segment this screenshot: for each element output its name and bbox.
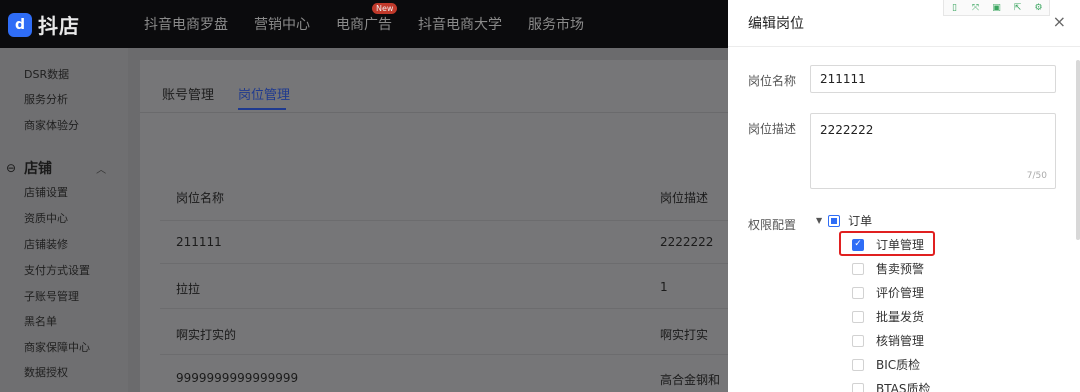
nav-item-ads[interactable]: 电商广告 New <box>336 3 398 34</box>
checkbox[interactable] <box>852 286 864 299</box>
main-panel: 账号管理 岗位管理 岗位名称 岗位描述 211111 2222222 拉拉 1 … <box>140 60 740 392</box>
sidebar-section-label: 店铺 <box>24 161 53 177</box>
sidebar-item-blacklist[interactable]: 黑名单 <box>24 313 57 329</box>
logo[interactable]: d 抖店 <box>8 10 80 39</box>
logo-icon: d <box>8 12 32 37</box>
edit-position-drawer: 编辑岗位 ▯ ⤧ ▣ ⇱ ⚙ × 岗位名称 211111 岗位描述 222222… <box>728 0 1080 392</box>
table-cell-desc: 1 <box>660 280 668 294</box>
table-cell-name: 9999999999999999 <box>176 371 299 385</box>
tree-node-label: 评价管理 <box>876 286 925 300</box>
table-cell-name: 211111 <box>176 235 222 249</box>
chevron-up-icon: ︿ <box>96 164 107 176</box>
tree-node-label: 售卖预警 <box>876 262 925 276</box>
sidebar-item-data-auth[interactable]: 数据授权 <box>24 364 68 380</box>
table-cell-desc: 2222222 <box>660 235 714 249</box>
table-cell-desc: 啊实打实 <box>660 328 709 342</box>
checkbox[interactable] <box>852 358 864 371</box>
char-counter: 7/50 <box>1026 171 1047 181</box>
save-icon[interactable]: ▣ <box>986 0 1007 15</box>
row-divider <box>160 263 740 264</box>
tree-node-label: 核销管理 <box>876 334 925 348</box>
sidebar-item-experience-score[interactable]: 商家体验分 <box>24 117 79 133</box>
table-cell-desc: 高合金钢和 <box>660 373 721 387</box>
nav-item-marketing[interactable]: 营销中心 <box>254 14 310 34</box>
table-header-desc: 岗位描述 <box>660 191 709 205</box>
floating-toolbar: ▯ ⤧ ▣ ⇱ ⚙ <box>943 0 1050 16</box>
top-nav: 抖音电商罗盘 营销中心 电商广告 New 抖音电商大学 服务市场 <box>144 0 610 48</box>
tab-divider <box>140 112 740 113</box>
table-header-name: 岗位名称 <box>176 191 225 205</box>
tree-node-review-management[interactable]: 评价管理 <box>852 284 924 301</box>
sidebar-item-dsr[interactable]: DSR数据 <box>24 66 69 82</box>
close-icon[interactable]: × <box>1053 12 1066 31</box>
sidebar-item-qualification[interactable]: 资质中心 <box>24 210 68 226</box>
tree-node-label: 订单 <box>848 214 873 228</box>
position-desc-textarea[interactable]: 2222222 7/50 <box>810 113 1056 189</box>
sidebar-item-decoration[interactable]: 店铺装修 <box>24 236 68 252</box>
scrollbar[interactable] <box>1076 60 1080 240</box>
row-divider <box>160 354 740 355</box>
shop-icon: ⊖ <box>6 161 17 175</box>
tab-account-management[interactable]: 账号管理 <box>162 84 214 103</box>
checkbox[interactable] <box>852 262 864 275</box>
highlight-box <box>839 231 935 256</box>
position-name-input[interactable]: 211111 <box>810 65 1056 93</box>
drawer-divider <box>728 46 1080 47</box>
row-divider <box>160 220 740 221</box>
sidebar-item-service-analysis[interactable]: 服务分析 <box>24 91 68 107</box>
nav-item-university[interactable]: 抖音电商大学 <box>418 14 502 34</box>
share-icon[interactable]: ⇱ <box>1007 0 1028 15</box>
row-divider <box>160 308 740 309</box>
position-desc-value: 2222222 <box>820 123 874 137</box>
nav-item-compass[interactable]: 抖音电商罗盘 <box>144 14 228 34</box>
drawer-title: 编辑岗位 <box>748 16 804 32</box>
sidebar: DSR数据 服务分析 商家体验分 ⊖ 店铺 ︿ 店铺设置 资质中心 店铺装修 支… <box>0 48 128 392</box>
checkbox-orders[interactable] <box>828 214 841 227</box>
checkbox[interactable] <box>852 334 864 347</box>
sidebar-section-shop[interactable]: ⊖ 店铺 ︿ <box>6 158 106 178</box>
sidebar-item-guarantee[interactable]: 商家保障中心 <box>24 339 90 355</box>
sidebar-item-payment[interactable]: 支付方式设置 <box>24 262 90 278</box>
nav-item-ads-label: 电商广告 <box>336 17 392 33</box>
tree-node-writeoff[interactable]: 核销管理 <box>852 332 924 349</box>
tree-node-btas-qc[interactable]: BTAS质检 <box>852 380 930 392</box>
sidebar-item-subaccount[interactable]: 子账号管理 <box>24 288 79 304</box>
table-cell-name: 拉拉 <box>176 282 201 296</box>
tree-node-label: 批量发货 <box>876 310 925 324</box>
caret-down-icon[interactable]: ▼ <box>816 216 822 225</box>
position-desc-label: 岗位描述 <box>748 122 797 136</box>
tree-node-bic-qc[interactable]: BIC质检 <box>852 356 920 373</box>
logo-text: 抖店 <box>38 14 80 38</box>
tab-position-management[interactable]: 岗位管理 <box>238 84 290 103</box>
sidebar-item-shop-settings[interactable]: 店铺设置 <box>24 184 68 200</box>
expand-icon[interactable]: ⤧ <box>965 0 986 15</box>
permission-config-label: 权限配置 <box>748 218 797 232</box>
new-badge: New <box>372 3 398 14</box>
checkbox[interactable] <box>852 382 864 392</box>
tree-node-sale-warning[interactable]: 售卖预警 <box>852 260 924 277</box>
active-tab-indicator <box>238 108 286 110</box>
tree-node-label: BIC质检 <box>876 358 921 372</box>
bookmark-icon[interactable]: ▯ <box>944 0 965 15</box>
tree-node-orders[interactable]: ▼ 订单 <box>816 212 872 229</box>
position-name-label: 岗位名称 <box>748 74 797 88</box>
tree-node-label: BTAS质检 <box>876 382 931 392</box>
checkbox[interactable] <box>852 310 864 323</box>
tree-node-batch-shipping[interactable]: 批量发货 <box>852 308 924 325</box>
nav-item-service-market[interactable]: 服务市场 <box>528 14 584 34</box>
table-cell-name: 啊实打实的 <box>176 328 237 342</box>
settings-icon[interactable]: ⚙ <box>1028 0 1049 15</box>
